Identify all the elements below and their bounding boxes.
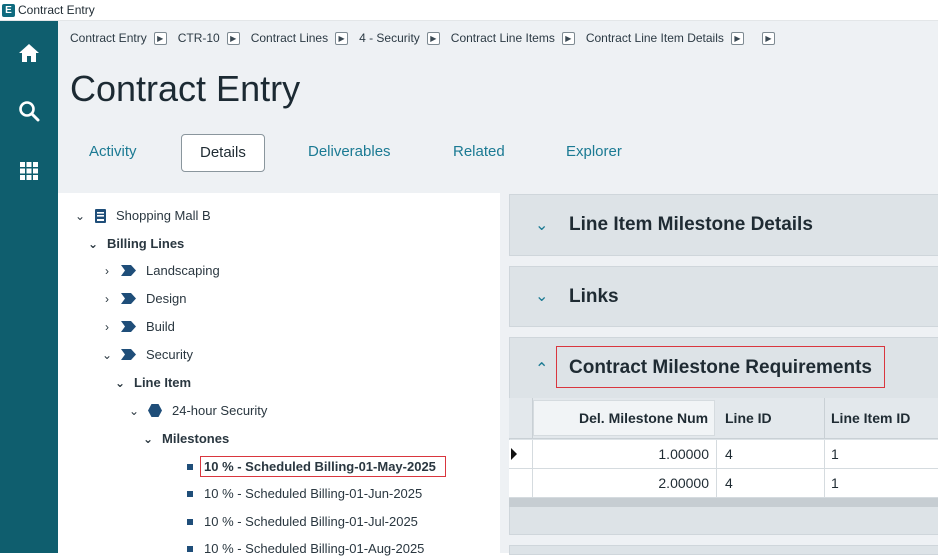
table-row[interactable]: 1.00000 4 1 [509,440,938,469]
chevron-down-icon[interactable]: ⌄ [101,348,113,362]
window-title: Contract Entry [18,3,95,17]
tree-node-label: Landscaping [146,263,220,278]
panel-title: Line Item Milestone Details [569,214,813,235]
cell-line-item-id[interactable]: 1 [831,440,839,468]
chevron-right-icon[interactable]: ▶ [730,31,744,45]
tree-node-design[interactable]: › Design [101,291,186,306]
cell-line-id[interactable]: 4 [725,440,733,468]
app-logo-icon: E [2,3,15,17]
search-icon[interactable] [17,99,41,123]
chevron-right-icon[interactable]: › [101,320,113,334]
current-row-indicator-icon [511,448,517,460]
column-header-line-id[interactable]: Line ID [725,398,772,438]
tree-node-landscaping[interactable]: › Landscaping [101,263,220,278]
tree-node-line-item-group[interactable]: ⌄ Line Item [114,375,191,390]
tree-node-label: Line Item [134,375,192,390]
tab-details[interactable]: Details [181,134,265,172]
tag-icon [121,265,136,276]
tree-node-24-hour-security[interactable]: ⌄ 24-hour Security [128,403,267,418]
chevron-right-icon[interactable]: ▶ [426,31,440,45]
chevron-down-icon[interactable]: ⌄ [74,209,86,223]
chevron-right-icon[interactable]: ▶ [226,31,240,45]
bullet-square-icon [187,545,193,552]
cell-del-milestone-num[interactable]: 2.00000 [533,469,709,497]
book-icon [95,208,106,223]
tree-node-milestone[interactable]: 10 % - Scheduled Billing-01-Jun-2025 [187,486,422,501]
breadcrumb: Contract Entry ▶ CTR-10 ▶ Contract Lines… [70,31,786,45]
tree-node-label: Security [146,347,193,362]
window-titlebar: E Contract Entry [0,0,938,21]
tree-node-label: 10 % - Scheduled Billing-01-Aug-2025 [204,541,425,556]
tree-node-label: Milestones [162,431,230,446]
chevron-right-icon[interactable]: ▶ [561,31,575,45]
cell-line-id[interactable]: 4 [725,469,733,497]
chevron-down-icon[interactable]: ⌄ [535,215,548,235]
tree-node-label: Shopping Mall B [116,208,211,223]
bullet-square-icon [187,490,193,497]
tree-node-milestone-selected[interactable]: 10 % - Scheduled Billing-01-May-2025 [187,456,446,477]
chevron-down-icon[interactable]: ⌄ [87,237,99,251]
tree-node-security[interactable]: ⌄ Security [101,347,193,362]
page-title: Contract Entry [70,68,301,109]
tag-icon [121,293,136,304]
chevron-right-icon[interactable]: › [101,292,113,306]
tab-related[interactable]: Related [453,134,505,170]
breadcrumb-item[interactable]: 4 - Security [359,31,420,45]
tab-explorer[interactable]: Explorer [566,134,622,170]
chevron-up-icon[interactable]: ⌃ [535,359,548,379]
panel-milestone-details[interactable]: ⌄ Line Item Milestone Details [509,194,938,256]
cell-line-item-id[interactable]: 1 [831,469,839,497]
breadcrumb-item[interactable]: Contract Line Items [451,31,555,45]
apps-grid-icon[interactable] [17,159,41,183]
breadcrumb-item[interactable]: Contract Entry [70,31,147,45]
side-navigation [0,21,58,553]
tree-node-label: 10 % - Scheduled Billing-01-May-2025 [200,456,446,477]
column-header-line-item-id[interactable]: Line Item ID [831,398,910,438]
panel-links[interactable]: ⌄ Links [509,266,938,327]
column-header-del-milestone-num[interactable]: Del. Milestone Num [579,398,708,438]
chevron-right-icon[interactable]: ▶ [761,31,775,45]
tab-deliverables[interactable]: Deliverables [308,134,391,170]
chevron-right-icon[interactable]: › [101,264,113,278]
chevron-right-icon[interactable]: ▶ [335,31,349,45]
tree-node-label: Billing Lines [107,236,185,251]
grid-header: Del. Milestone Num Line ID Line Item ID [509,398,938,439]
chevron-down-icon[interactable]: ⌄ [142,432,154,446]
chevron-down-icon[interactable]: ⌄ [535,286,548,306]
panel-title: Links [569,286,619,307]
bullet-square-icon [187,518,193,525]
tree-node-label: 24-hour Security [172,403,268,418]
explorer-tree: ⌄ Shopping Mall B ⌄ Billing Lines › Land… [58,193,500,556]
tree-node-root[interactable]: ⌄ Shopping Mall B [74,208,211,223]
cell-del-milestone-num[interactable]: 1.00000 [533,440,709,468]
horizontal-scrollbar[interactable] [509,498,938,507]
chevron-down-icon[interactable]: ⌄ [114,376,126,390]
panel-next-collapsed[interactable] [509,545,938,555]
tag-icon [121,321,136,332]
tree-node-label: 10 % - Scheduled Billing-01-Jun-2025 [204,486,423,501]
breadcrumb-item[interactable]: Contract Lines [251,31,328,45]
tree-node-billing-lines[interactable]: ⌄ Billing Lines [87,236,184,251]
tree-node-milestones[interactable]: ⌄ Milestones [142,431,229,446]
tree-node-label: 10 % - Scheduled Billing-01-Jul-2025 [204,514,418,529]
home-icon[interactable] [17,41,41,65]
tab-activity[interactable]: Activity [89,134,137,170]
tree-node-build[interactable]: › Build [101,319,175,334]
chevron-down-icon[interactable]: ⌄ [128,404,140,418]
tree-node-label: Build [146,319,175,334]
panel-title[interactable]: Contract Milestone Requirements [569,357,872,379]
bullet-square-icon [187,463,193,470]
table-row[interactable]: 2.00000 4 1 [509,469,938,498]
chevron-right-icon[interactable]: ▶ [153,31,167,45]
tree-node-label: Design [146,291,187,306]
tree-node-milestone[interactable]: 10 % - Scheduled Billing-01-Aug-2025 [187,541,424,556]
tree-node-milestone[interactable]: 10 % - Scheduled Billing-01-Jul-2025 [187,514,418,529]
tag-icon [121,349,136,360]
breadcrumb-item[interactable]: CTR-10 [178,31,220,45]
breadcrumb-item[interactable]: Contract Line Item Details [586,31,724,45]
hexagon-icon [148,404,162,417]
